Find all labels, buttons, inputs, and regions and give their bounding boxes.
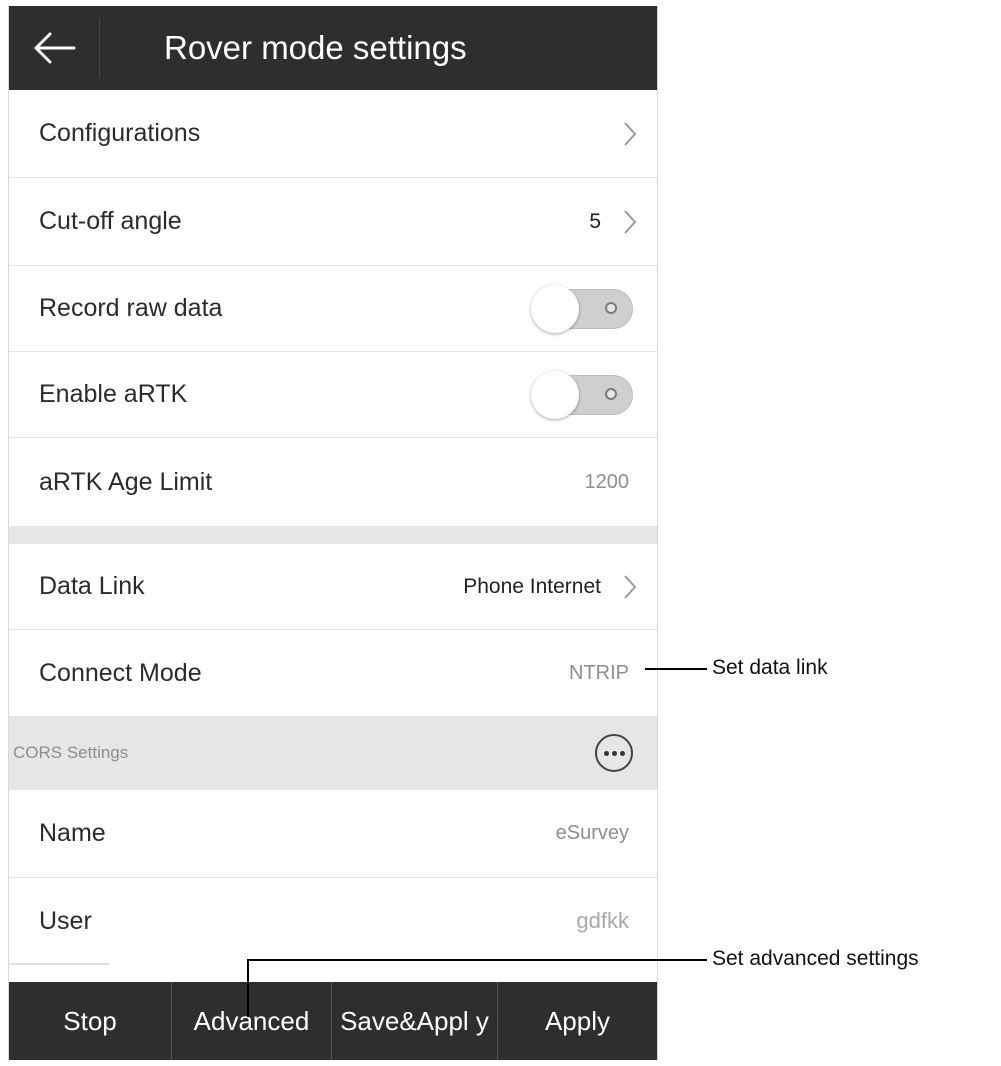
artk-age-limit-value: 1200 [584,470,630,493]
apply-button[interactable]: Apply [497,982,657,1060]
data-link-callout-line [645,668,707,670]
cors-name-row[interactable]: Name eSurvey [9,790,657,878]
cors-settings-header: CORS Settings [9,716,657,790]
back-button[interactable] [9,6,99,90]
enable-artk-row: Enable aRTK [9,352,657,438]
cors-name-label: Name [39,819,106,847]
connect-mode-label: Connect Mode [39,658,202,687]
chevron-right-icon [623,544,637,629]
section-gap [9,526,657,544]
enable-artk-toggle[interactable] [531,370,635,419]
row-divider [9,963,109,965]
record-raw-data-label: Record raw data [39,294,223,322]
cors-name-value: eSurvey [555,822,629,844]
data-link-value: Phone Internet [463,574,601,598]
configurations-row[interactable]: Configurations [9,90,657,178]
artk-age-limit-row[interactable]: aRTK Age Limit 1200 [9,438,657,526]
title-bar: Rover mode settings [9,6,657,90]
cors-settings-label: CORS Settings [13,743,129,762]
save-apply-button[interactable]: Save&Appl y [331,982,497,1060]
artk-age-limit-label: aRTK Age Limit [39,467,213,496]
title-divider [99,18,100,78]
advanced-callout-line [248,959,707,961]
set-advanced-annotation: Set advanced settings [712,947,919,970]
connect-mode-row[interactable]: Connect Mode NTRIP [9,630,657,716]
phone-screen: Rover mode settings Configurations Cut-o… [8,6,658,1060]
cutoff-angle-value: 5 [589,209,601,233]
connect-mode-value: NTRIP [569,661,629,684]
data-link-label: Data Link [39,572,145,600]
chevron-right-icon [623,178,637,265]
record-raw-data-toggle[interactable] [531,284,635,333]
toggle-knob [531,284,579,333]
page-title: Rover mode settings [164,29,467,66]
record-raw-data-row: Record raw data [9,266,657,352]
bottom-action-bar: Stop Advanced Save&Appl y Apply [9,982,657,1060]
set-data-link-annotation: Set data link [712,656,828,679]
data-link-row[interactable]: Data Link Phone Internet [9,544,657,630]
advanced-callout-drop [247,959,249,1017]
toggle-knob [531,370,579,419]
enable-artk-label: Enable aRTK [39,380,188,408]
cutoff-angle-row[interactable]: Cut-off angle 5 [9,178,657,266]
cors-user-row[interactable]: User gdfkk [9,878,657,964]
arrow-left-icon [34,32,76,64]
configurations-label: Configurations [39,119,201,147]
cutoff-angle-label: Cut-off angle [39,207,182,235]
toggle-off-indicator-icon [605,301,617,314]
advanced-button[interactable]: Advanced [171,982,331,1060]
more-horizontal-icon[interactable] [595,734,633,772]
chevron-right-icon [623,90,637,177]
cors-user-label: User [39,906,92,935]
cors-user-value: gdfkk [576,908,629,933]
toggle-off-indicator-icon [605,387,617,400]
stop-button[interactable]: Stop [9,982,171,1060]
